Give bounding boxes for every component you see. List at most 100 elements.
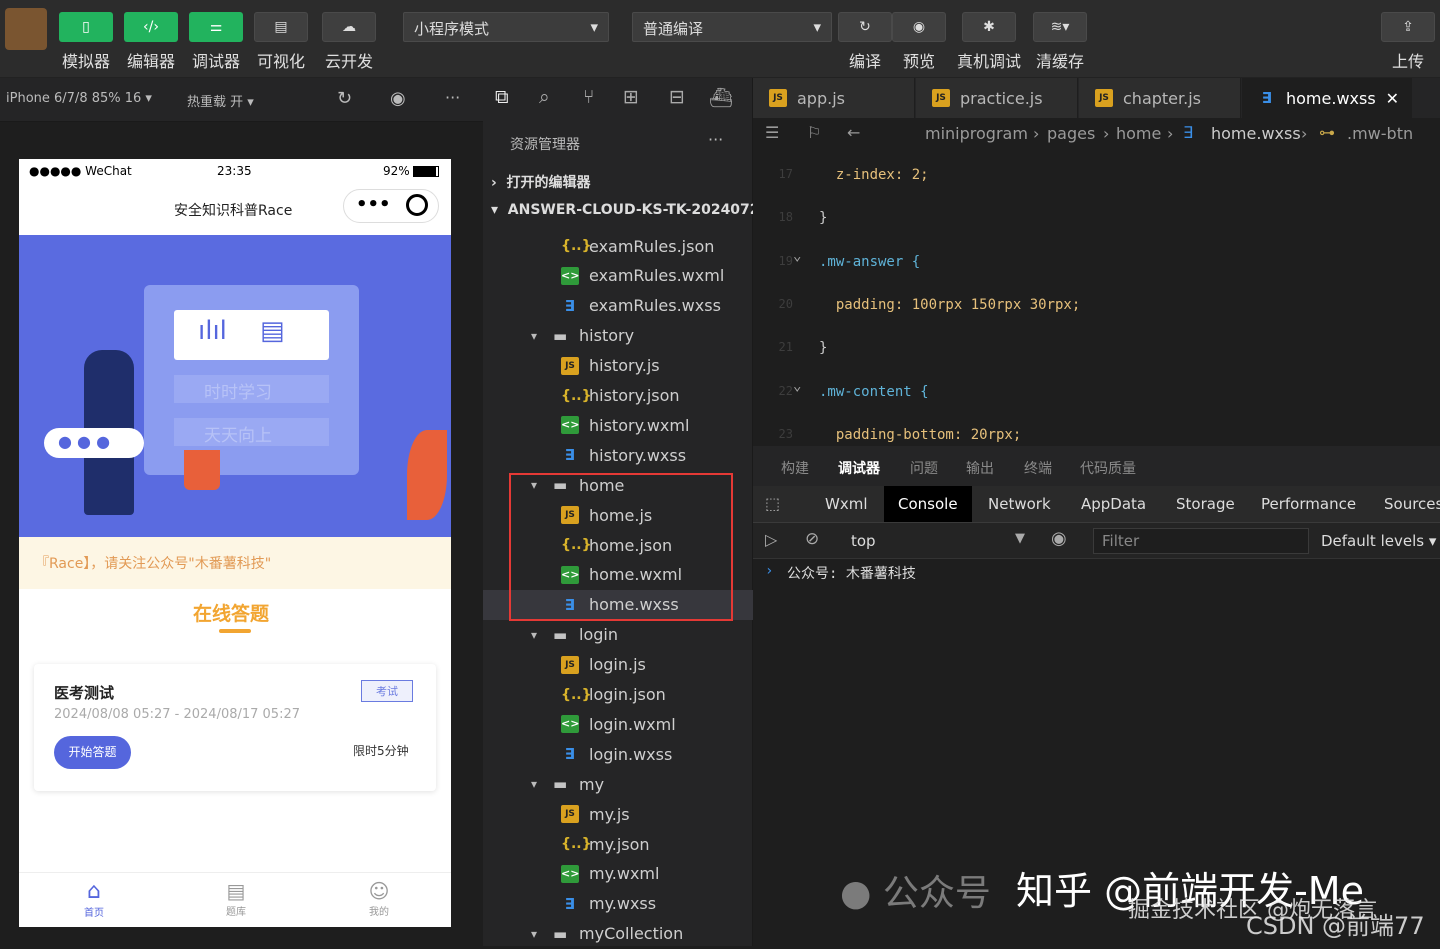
chevron-down-icon[interactable]: ▾ [531, 927, 537, 941]
console-tab[interactable]: AppData [1067, 486, 1160, 522]
start-exam-button[interactable]: 开始答题 [54, 736, 131, 769]
bookmark-icon[interactable]: ⚐ [807, 123, 821, 142]
css-file-icon: ∃ [1261, 89, 1273, 107]
search-icon[interactable]: ⌕ [539, 86, 550, 108]
eye-icon[interactable]: ◉ [1051, 528, 1067, 549]
tree-file[interactable]: ∃ history.wxss [561, 440, 686, 470]
tree-file[interactable]: <> history.wxml [561, 410, 689, 440]
console-tab[interactable]: Performance [1247, 486, 1370, 522]
status-time: 23:35 [217, 164, 252, 178]
filter-input[interactable]: Filter [1093, 528, 1309, 554]
docker-icon[interactable]: ⛴ [709, 86, 733, 109]
extensions-icon[interactable]: ⊞ [623, 86, 639, 108]
tree-file[interactable]: <> login.wxml [561, 709, 676, 739]
context-select[interactable]: top [851, 532, 876, 550]
editor-toggle-button[interactable]: ‹/› [124, 12, 178, 42]
chevron-down-icon[interactable]: ▾ [531, 628, 537, 642]
console-toolbar: ▷ ⊘ top ▼ ◉ Filter Default levels ▾ [753, 523, 1440, 559]
console-tab[interactable]: Sources [1370, 486, 1440, 522]
compile-select[interactable]: 普通编译 ▾ [632, 12, 832, 42]
tree-folder[interactable]: ▾ ▬ login [531, 620, 618, 650]
device-select[interactable]: iPhone 6/7/8 85% 16 ▾ [6, 91, 152, 106]
tab-app-js[interactable]: JS app.js [753, 78, 915, 118]
open-editors-section[interactable]: › 打开的编辑器 [491, 172, 591, 192]
tree-folder[interactable]: ▾ ▬ myCollection [531, 919, 683, 949]
record-icon[interactable]: ◉ [390, 88, 406, 109]
breadcrumb-home[interactable]: home [1116, 124, 1161, 143]
back-arrow-icon[interactable]: ← [847, 123, 860, 142]
more-icon[interactable]: ··· [445, 88, 460, 107]
preview-label: 预览 [902, 52, 935, 71]
inspect-icon[interactable]: ⬚ [765, 494, 780, 513]
exam-card[interactable]: 医考测试 考试 2024/08/08 05:27 - 2024/08/17 05… [34, 664, 436, 791]
console-tab[interactable]: Wxml [811, 486, 882, 522]
tree-file[interactable]: JS my.js [561, 799, 630, 829]
tree-file[interactable]: JS history.js [561, 351, 660, 381]
preview-button[interactable]: ◉ [892, 12, 946, 42]
tree-file[interactable]: {..} login.json [561, 680, 666, 710]
tree-file[interactable]: <> examRules.wxml [561, 261, 724, 291]
chevron-down-icon[interactable]: ▾ [531, 329, 537, 343]
tree-file[interactable]: ∃ examRules.wxss [561, 291, 721, 321]
console-tab[interactable]: Network [974, 486, 1065, 522]
visual-button[interactable]: ▤ [254, 12, 308, 42]
debug-tab[interactable]: 构建 [781, 458, 809, 478]
tab-bank[interactable]: ▤ 题库 [216, 879, 256, 918]
git-icon[interactable]: ⑂ [583, 86, 594, 108]
tree-folder[interactable]: ▾ ▬ history [531, 321, 634, 351]
user-icon: ☺ [368, 879, 390, 903]
storage-icon[interactable]: ⊟ [669, 86, 685, 108]
close-icon[interactable]: ✕ [1386, 89, 1399, 108]
clear-console-icon[interactable]: ⊘ [805, 529, 819, 549]
close-circle-icon[interactable] [406, 194, 428, 216]
explorer-more-icon[interactable]: ··· [708, 130, 723, 149]
code-editor[interactable]: 17 z-index: 2; 18} 19 .mw-answer {⌄ 20 paddi… [753, 150, 1440, 446]
rotate-icon[interactable]: ↻ [337, 88, 352, 109]
tree-file[interactable]: {..} history.json [561, 381, 680, 411]
more-dots-icon[interactable]: ••• [356, 194, 391, 215]
caret-down-icon[interactable]: ▼ [1015, 531, 1025, 546]
hot-reload-select[interactable]: 热重载 开 ▾ [187, 91, 254, 110]
tree-file[interactable]: JS login.js [561, 650, 646, 680]
breadcrumb-miniprogram[interactable]: miniprogram [925, 124, 1028, 143]
breadcrumb-pages[interactable]: pages [1047, 124, 1095, 143]
fold-icon[interactable]: ⌄ [793, 248, 801, 264]
tab-label: app.js [797, 88, 845, 108]
tab-mine[interactable]: ☺ 我的 [359, 879, 399, 918]
tab-home-wxss[interactable]: ∃ home.wxss ✕ [1242, 78, 1412, 118]
tree-file[interactable]: ∃ my.wxss [561, 889, 656, 919]
levels-select[interactable]: Default levels ▾ [1321, 532, 1436, 550]
tree-file[interactable]: {..} examRules.json [561, 231, 714, 261]
breadcrumb-selector[interactable]: .mw-btn [1347, 124, 1413, 143]
tree-file[interactable]: ∃ login.wxss [561, 739, 672, 769]
tree-file[interactable]: <> my.wxml [561, 859, 659, 889]
clear-cache-button[interactable]: ≋▾ [1033, 12, 1087, 42]
console-tab[interactable]: Storage [1162, 486, 1249, 522]
simulator-toggle-button[interactable]: ▯ [59, 12, 113, 42]
sidebar-toggle-icon[interactable]: ▷ [765, 530, 777, 549]
list-icon[interactable]: ☰ [765, 123, 779, 142]
upload-button[interactable]: ⇪ [1381, 12, 1435, 42]
tab-chapter-js[interactable]: JS chapter.js [1079, 78, 1241, 118]
tree-folder[interactable]: ▾ ▬ my [531, 769, 604, 799]
tree-file[interactable]: {..} my.json [561, 829, 650, 859]
wechat-icon: ● [840, 873, 872, 914]
fold-icon[interactable]: ⌄ [793, 378, 801, 394]
code-text: padding: 100rpx 150rpx 30rpx; [819, 297, 1081, 313]
debugger-toggle-button[interactable]: ⚌ [189, 12, 243, 42]
compile-button[interactable]: ↻ [838, 12, 892, 42]
tree-item-label: examRules.wxss [589, 296, 721, 316]
project-section[interactable]: ▾ ANSWER-CLOUD-KS-TK-20240727 [491, 202, 769, 218]
tab-home[interactable]: ⌂ 首页 [74, 879, 114, 919]
files-icon[interactable]: ⧉ [495, 86, 509, 108]
project-label: ANSWER-CLOUD-KS-TK-20240727 [507, 202, 770, 218]
mode-select[interactable]: 小程序模式 ▾ [403, 12, 609, 42]
cloud-button[interactable]: ☁ [322, 12, 376, 42]
capsule-button[interactable]: ••• [343, 189, 439, 223]
remote-debug-button[interactable]: ✱ [962, 12, 1016, 42]
breadcrumb-file[interactable]: home.wxss [1211, 124, 1301, 143]
tab-practice-js[interactable]: JS practice.js [916, 78, 1078, 118]
chevron-down-icon[interactable]: ▾ [531, 777, 537, 791]
tree-item-label: login.wxss [589, 744, 673, 764]
console-tab[interactable]: Console [884, 486, 972, 522]
